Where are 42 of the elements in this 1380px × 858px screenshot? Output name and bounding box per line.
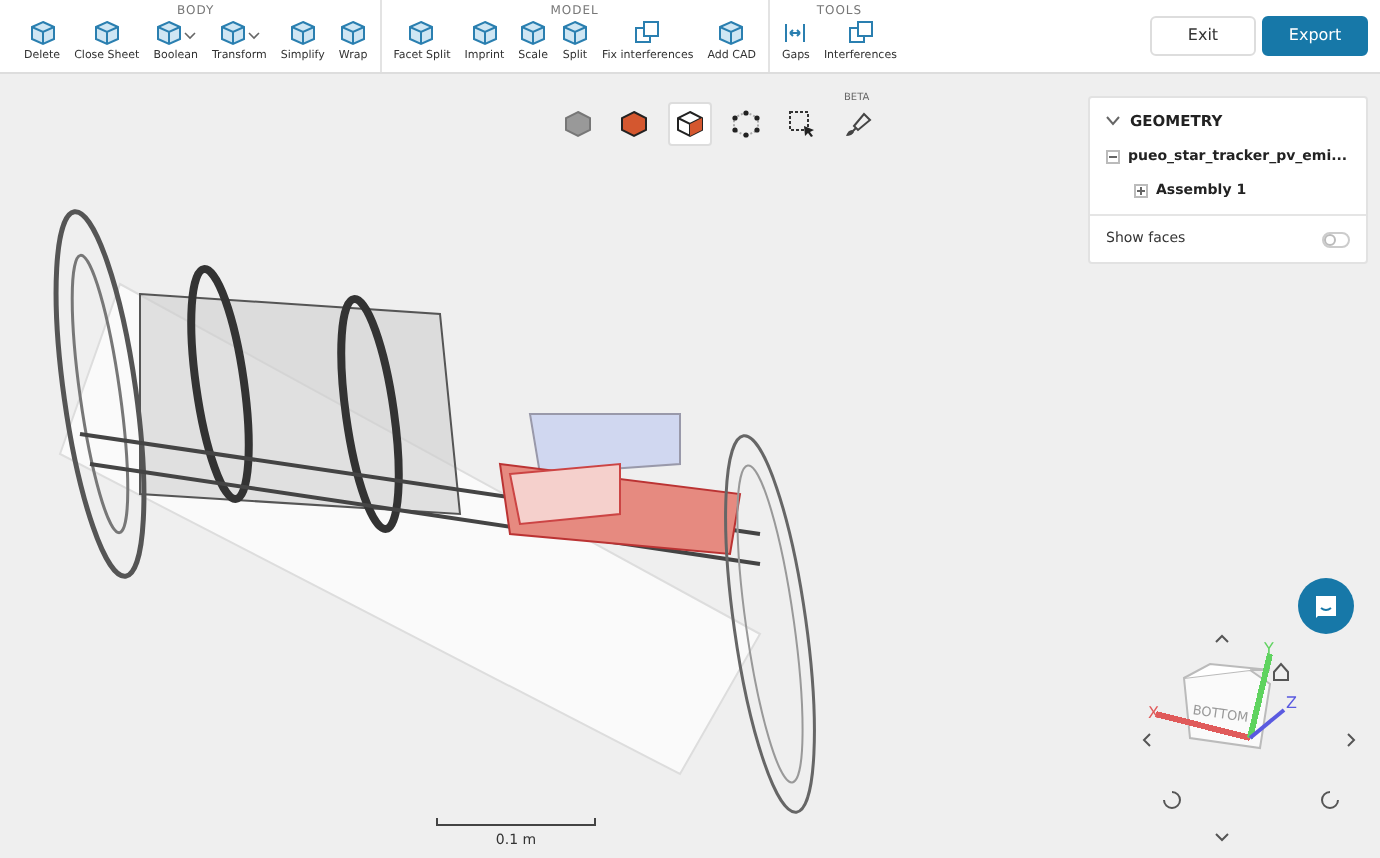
chevron-right-icon[interactable] [1347, 733, 1356, 747]
chat-button[interactable] [1298, 578, 1354, 634]
cube-icon [93, 20, 120, 46]
expand-toggle[interactable] [1106, 150, 1120, 164]
axis-label: Z [1286, 694, 1297, 712]
cube-icon [29, 20, 56, 46]
rotate-left-icon[interactable] [1163, 791, 1181, 809]
collapse-toggle[interactable] [1106, 116, 1120, 127]
show-faces-toggle[interactable] [1322, 231, 1350, 247]
brush-icon [844, 110, 872, 138]
view-mode-button[interactable] [668, 102, 712, 146]
chevron-up-icon[interactable] [1215, 634, 1229, 643]
cube-icon [219, 20, 246, 46]
view-cube[interactable] [1182, 662, 1272, 750]
cube-icon [408, 20, 435, 46]
export-button[interactable]: Export [1262, 16, 1368, 56]
expand-toggle[interactable] [1134, 183, 1148, 197]
cube-icon [520, 20, 547, 46]
chevron-left-icon[interactable] [1142, 733, 1151, 747]
chevron-down-icon[interactable] [1215, 833, 1229, 842]
cube-icon [718, 20, 745, 46]
cube-icon [471, 20, 498, 46]
rotate-right-icon[interactable] [1321, 791, 1339, 809]
cube-icon [340, 20, 367, 46]
cube-vertices-icon [732, 110, 760, 138]
cube-icon [561, 20, 588, 46]
shaded-cube-icon [564, 110, 592, 138]
plus-icon [1136, 185, 1146, 195]
exit-button[interactable]: Exit [1150, 16, 1256, 56]
gap-icon [782, 20, 809, 46]
chevron-down-icon [1106, 116, 1120, 127]
minus-icon [1108, 152, 1118, 162]
cube-faces-icon [676, 110, 704, 138]
box-select-icon [788, 110, 816, 138]
overlapping-squares-icon [847, 20, 874, 46]
solid-cube-icon [620, 110, 648, 138]
axis-label: Y [1264, 640, 1274, 658]
chat-icon [1314, 594, 1338, 618]
overlapping-squares-icon [634, 20, 661, 46]
cube-icon [289, 20, 316, 46]
cube-icon [155, 20, 182, 46]
home-icon[interactable] [1273, 662, 1289, 681]
